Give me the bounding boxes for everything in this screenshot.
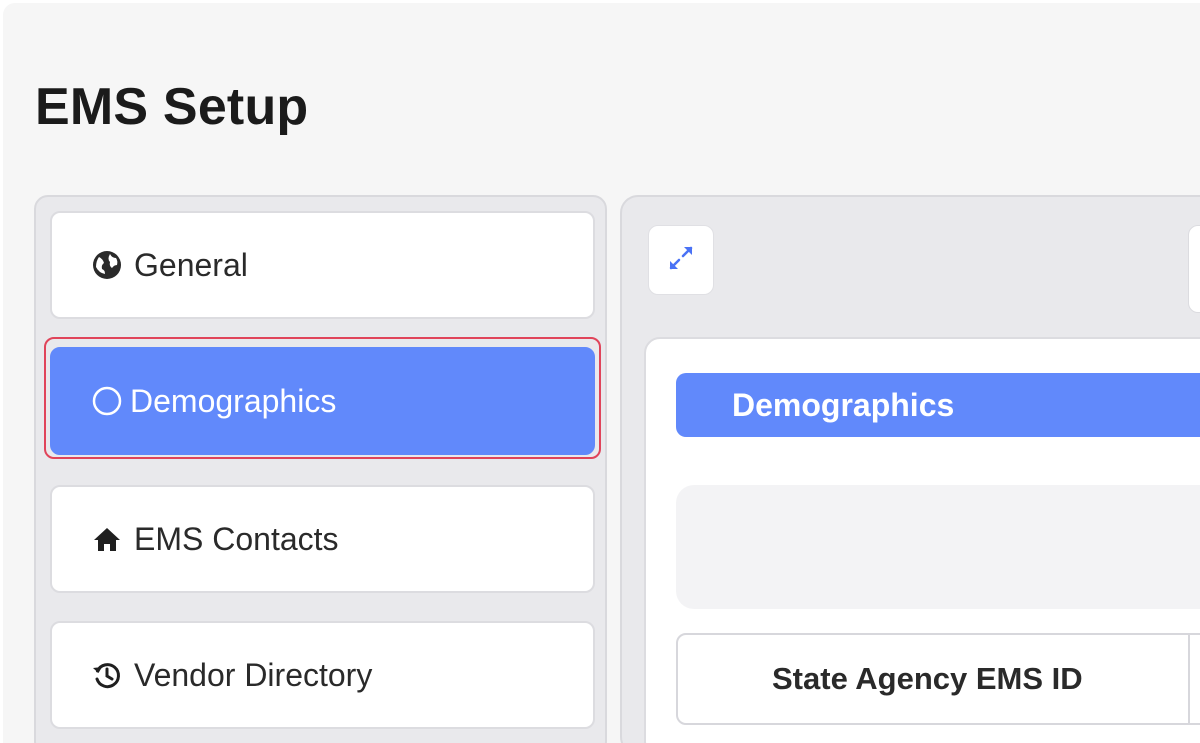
sidebar-item-ems-contacts[interactable]: EMS Contacts (50, 485, 595, 593)
toolbar-button[interactable] (1188, 225, 1200, 313)
home-icon (90, 522, 124, 556)
app-window: EMS Setup General Demographics EMS Conta… (3, 3, 1200, 743)
page-title: EMS Setup (35, 78, 309, 136)
sidebar-item-label: General (134, 246, 248, 283)
info-block (676, 485, 1200, 609)
sidebar: General Demographics EMS Contacts Vendor… (34, 195, 607, 743)
sidebar-item-vendor-directory[interactable]: Vendor Directory (50, 621, 595, 729)
circle-icon (90, 384, 124, 418)
sidebar-item-label: EMS Contacts (134, 520, 339, 557)
expand-arrows-icon (664, 241, 698, 280)
demographics-card: Demographics State Agency EMS ID (644, 337, 1200, 743)
globe-icon (90, 248, 124, 282)
sidebar-item-demographics[interactable]: Demographics (50, 347, 595, 455)
expand-button[interactable] (648, 225, 714, 295)
field-label: State Agency EMS ID (676, 633, 1200, 725)
sidebar-item-label: Vendor Directory (134, 656, 373, 693)
history-icon (90, 658, 124, 692)
sidebar-item-label: Demographics (130, 382, 337, 419)
content-panel: Demographics State Agency EMS ID (620, 195, 1200, 743)
divider (1188, 633, 1190, 725)
section-header: Demographics (676, 373, 1200, 437)
sidebar-item-general[interactable]: General (50, 211, 595, 319)
